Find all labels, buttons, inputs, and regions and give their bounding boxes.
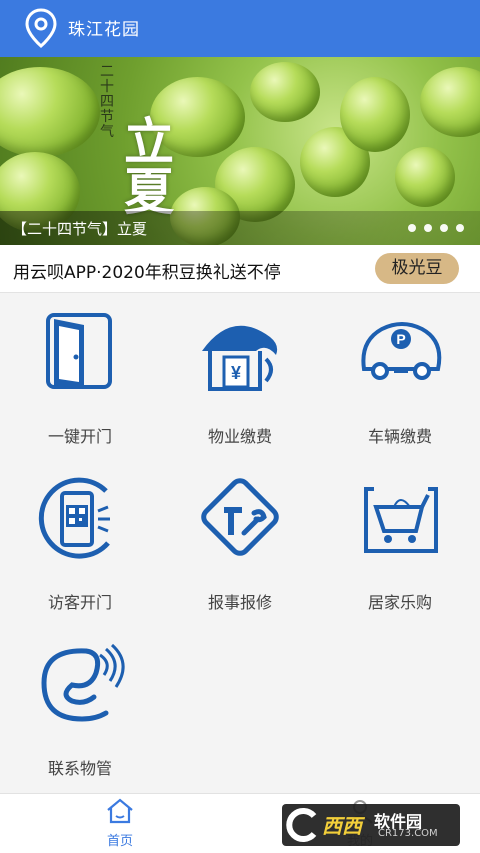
banner-carousel[interactable]: 二十四节气 立 夏 【二十四节气】立夏: [0, 57, 480, 245]
contact-manager-icon: [41, 643, 125, 722]
repair-tools-icon: [201, 478, 279, 556]
watermark-domain: CR173.COM: [378, 828, 438, 839]
home-icon: [107, 798, 133, 824]
tab-home[interactable]: 首页: [80, 796, 160, 850]
service-repair[interactable]: 报事报修: [160, 465, 320, 630]
tab-home-label: 首页: [106, 834, 133, 849]
property-fee-icon: ¥: [202, 325, 278, 391]
visitor-qr-icon: [38, 477, 110, 559]
shopping-cart-icon: [364, 487, 438, 553]
service-label: 车辆缴费: [367, 427, 432, 446]
parking-car-icon: P: [361, 322, 442, 380]
service-grid: 一键开门 ¥ 物业缴费 P 车辆缴费 访客开门 报事报修 居家乐购 联系物管: [0, 293, 480, 793]
promo-notice-text[interactable]: 用云呗APP·2020年积豆换礼送不停: [13, 258, 281, 283]
carousel-dot[interactable]: [440, 224, 448, 232]
carousel-dot[interactable]: [456, 224, 464, 232]
community-title[interactable]: 珠江花园: [68, 15, 140, 40]
svg-text:¥: ¥: [231, 363, 241, 383]
service-label: 一键开门: [47, 427, 112, 446]
c-logo-icon: [286, 808, 317, 842]
carousel-dots[interactable]: [408, 224, 464, 232]
service-label: 居家乐购: [367, 593, 432, 612]
top-bar: 珠江花园: [0, 0, 480, 57]
door-icon: [46, 313, 112, 389]
banner-vertical-text: 二十四节气: [100, 64, 114, 140]
service-one-key-door[interactable]: 一键开门: [0, 299, 160, 464]
service-label: 联系物管: [47, 759, 112, 778]
site-watermark: 西西 软件园 CR173.COM: [282, 804, 460, 846]
carousel-dot[interactable]: [424, 224, 432, 232]
service-vehicle-fee[interactable]: P 车辆缴费: [320, 299, 480, 464]
watermark-brand: 西西: [322, 814, 362, 838]
banner-caption[interactable]: 【二十四节气】立夏: [12, 218, 147, 239]
svg-text:P: P: [396, 331, 405, 347]
jiguang-bean-badge[interactable]: 极光豆: [375, 253, 459, 284]
location-pin-icon[interactable]: [24, 8, 58, 48]
carousel-dot[interactable]: [408, 224, 416, 232]
service-label: 物业缴费: [207, 427, 272, 446]
service-visitor-door[interactable]: 访客开门: [0, 465, 160, 630]
service-label: 报事报修: [207, 593, 272, 612]
promo-notice-bar: 用云呗APP·2020年积豆换礼送不停 极光豆: [0, 245, 480, 293]
service-property-fee[interactable]: ¥ 物业缴费: [160, 299, 320, 464]
service-label: 访客开门: [47, 593, 112, 612]
service-home-shopping[interactable]: 居家乐购: [320, 465, 480, 630]
banner-big-char-1: 立: [124, 112, 174, 171]
service-contact-manager[interactable]: 联系物管: [0, 631, 160, 796]
